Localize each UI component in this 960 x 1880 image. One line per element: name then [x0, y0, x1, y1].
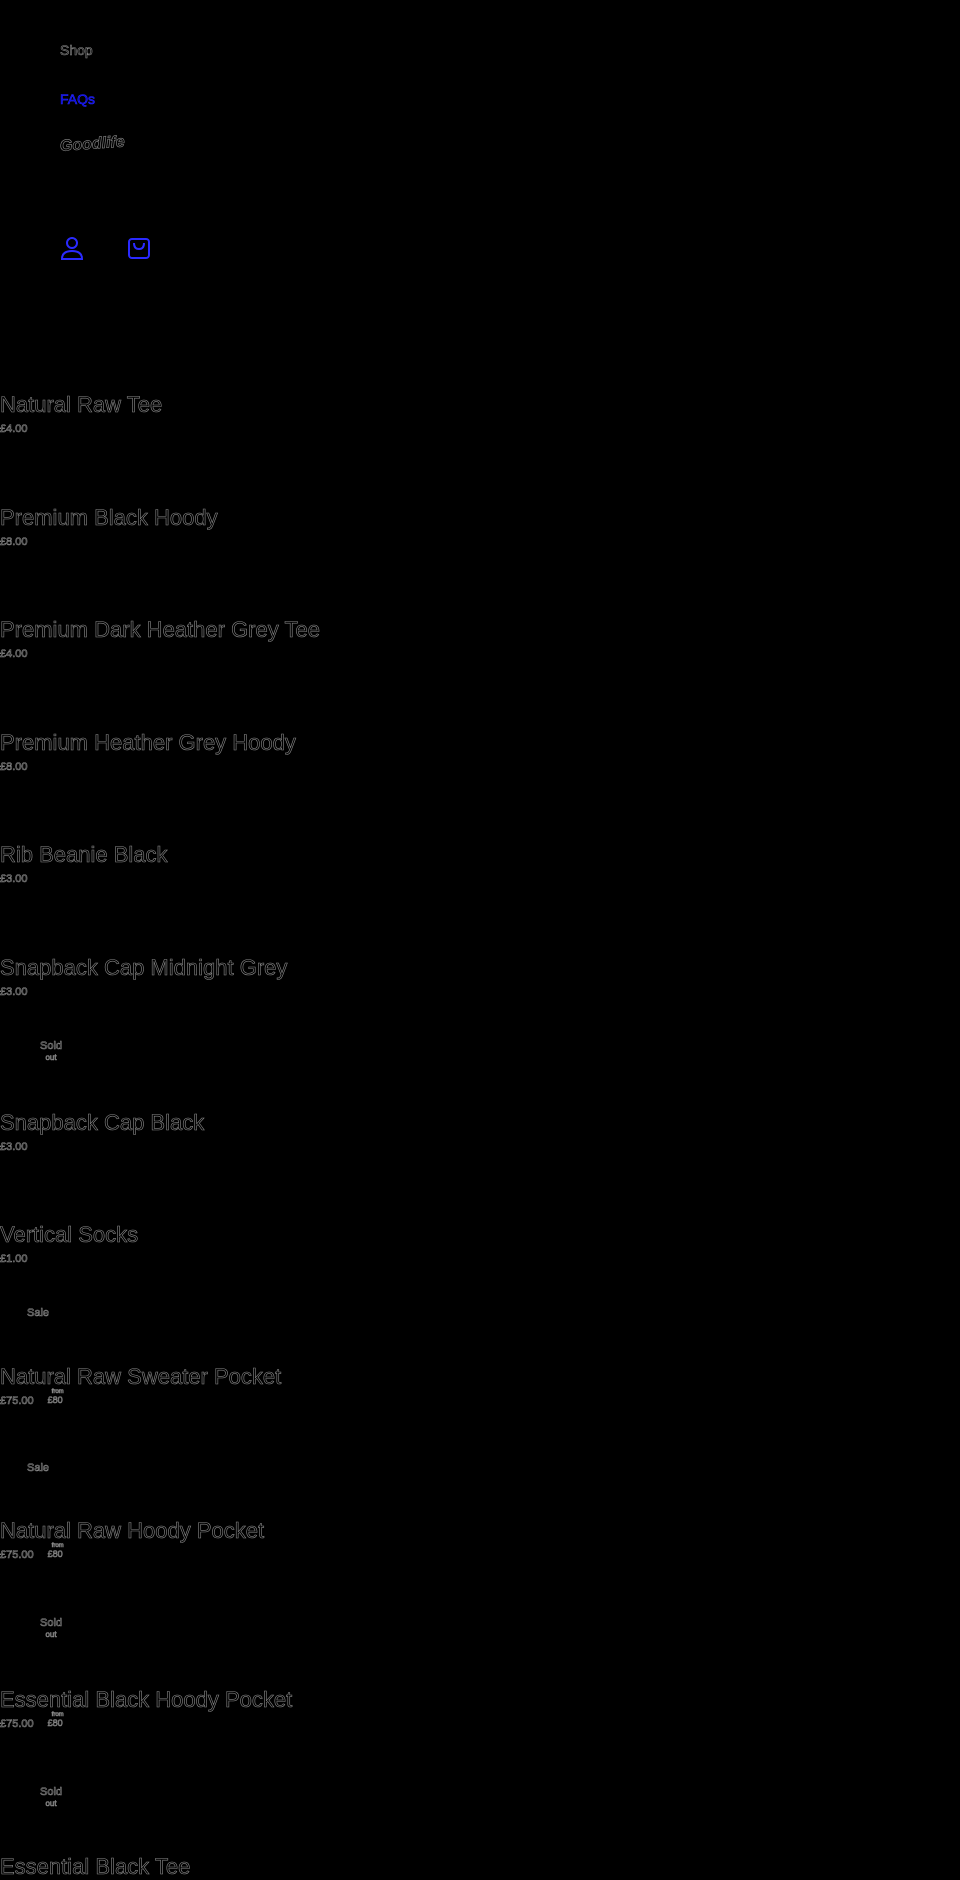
product-title[interactable]: Essential Black Tee	[0, 1854, 191, 1880]
product-card[interactable]: Premium Heather Grey Hoody £8.00	[0, 730, 296, 774]
account-icon	[60, 237, 84, 260]
account-button[interactable]	[58, 234, 86, 262]
product-card[interactable]: Snapback Cap Black £3.00	[0, 1110, 205, 1154]
product-title[interactable]: Essential Black Hoody Pocket	[0, 1687, 293, 1713]
sale-badge: Sale	[27, 1307, 50, 1320]
compare-label: from	[51, 1543, 64, 1550]
product-card[interactable]: Natural Raw Hoody Pocket £75.00 from £80	[0, 1518, 264, 1562]
badge-sub: out	[45, 1630, 57, 1640]
product-price: £75.00	[0, 1718, 34, 1731]
compare-price: from £80	[47, 1712, 64, 1729]
product-title[interactable]: Natural Raw Hoody Pocket	[0, 1518, 264, 1544]
badge-sub: out	[45, 1799, 57, 1809]
product-title[interactable]: Premium Black Hoody	[0, 505, 218, 531]
product-price: £1.00	[0, 1253, 28, 1266]
product-price: £3.00	[0, 986, 28, 999]
nav-shop-link[interactable]: Shop	[60, 42, 93, 59]
product-price: £4.00	[0, 423, 28, 436]
product-price: £8.00	[0, 536, 28, 549]
product-price: £75.00	[0, 1395, 34, 1408]
product-title[interactable]: Natural Raw Tee	[0, 392, 163, 418]
product-price: £8.00	[0, 761, 28, 774]
product-title[interactable]: Rib Beanie Black	[0, 842, 168, 868]
badge-title: Sold	[40, 1617, 63, 1630]
product-card[interactable]: Natural Raw Sweater Pocket £75.00 from £…	[0, 1364, 282, 1408]
cart-button[interactable]	[125, 234, 153, 262]
product-title[interactable]: Snapback Cap Black	[0, 1110, 205, 1136]
badge-title: Sale	[27, 1307, 50, 1320]
product-card[interactable]: Natural Raw Tee £4.00	[0, 392, 163, 436]
product-title[interactable]: Natural Raw Sweater Pocket	[0, 1364, 282, 1390]
compare-price: from £80	[47, 1543, 64, 1560]
product-title[interactable]: Premium Dark Heather Grey Tee	[0, 617, 320, 643]
sold-out-badge: Sold out	[40, 1786, 63, 1809]
product-card[interactable]: Premium Black Hoody £8.00	[0, 505, 218, 549]
product-title[interactable]: Snapback Cap Midnight Grey	[0, 955, 288, 981]
product-card[interactable]: Rib Beanie Black £3.00	[0, 842, 168, 886]
product-card[interactable]: Premium Dark Heather Grey Tee £4.00	[0, 617, 320, 661]
site-logo[interactable]: Goodlife	[59, 133, 126, 155]
sold-out-badge: Sold out	[40, 1617, 63, 1640]
badge-title: Sale	[27, 1462, 50, 1475]
badge-title: Sold	[40, 1786, 63, 1799]
product-card[interactable]: Essential Black Hoody Pocket £75.00 from…	[0, 1687, 293, 1731]
product-title[interactable]: Vertical Socks	[0, 1222, 138, 1248]
product-title[interactable]: Premium Heather Grey Hoody	[0, 730, 296, 756]
product-card[interactable]: Snapback Cap Midnight Grey £3.00	[0, 955, 288, 999]
product-card[interactable]: Essential Black Tee	[0, 1854, 191, 1880]
product-price: £3.00	[0, 1141, 28, 1154]
product-price: £3.00	[0, 873, 28, 886]
product-card[interactable]: Vertical Socks £1.00	[0, 1222, 138, 1266]
sold-out-badge: Sold out	[40, 1040, 63, 1063]
badge-title: Sold	[40, 1040, 63, 1053]
product-price: £4.00	[0, 648, 28, 661]
nav-faqs-link[interactable]: FAQs	[60, 91, 96, 108]
compare-label: from	[51, 1389, 64, 1396]
product-price: £75.00	[0, 1549, 34, 1562]
cart-icon	[128, 238, 150, 259]
sale-badge: Sale	[27, 1462, 50, 1475]
compare-price: from £80	[47, 1389, 64, 1406]
badge-sub: out	[45, 1053, 57, 1063]
compare-label: from	[51, 1712, 64, 1719]
